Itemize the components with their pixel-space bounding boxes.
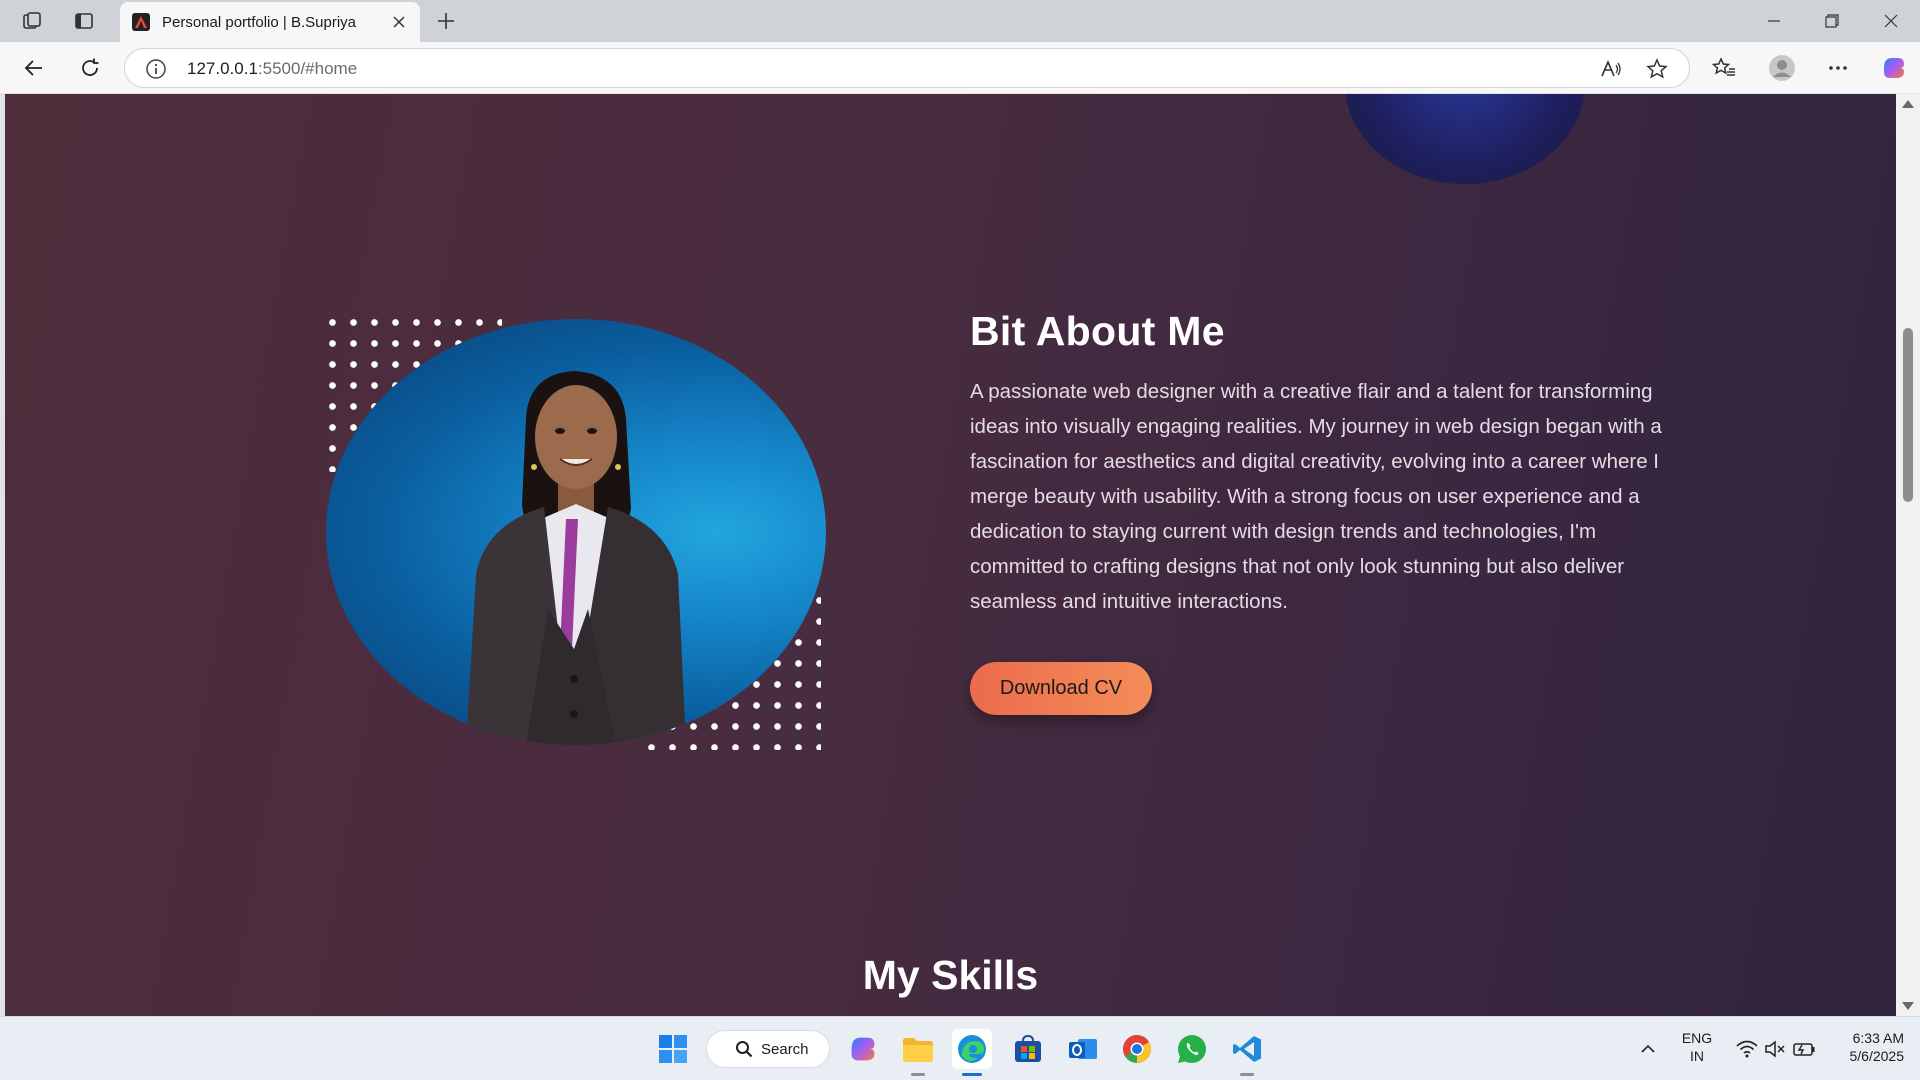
edge-icon[interactable] [952, 1029, 992, 1069]
search-icon [736, 1041, 753, 1058]
outlook-icon[interactable] [1063, 1029, 1103, 1069]
vscode-icon[interactable] [1227, 1029, 1267, 1069]
tab-title: Personal portfolio | B.Supriya [162, 13, 356, 31]
portrait-illustration [466, 371, 686, 745]
back-icon[interactable] [16, 52, 52, 84]
browser-tab-strip: Personal portfolio | B.Supriya [0, 0, 1920, 42]
windows-taskbar: Search ENG IN 6:33 AM 5/6/2025 [0, 1016, 1920, 1080]
chrome-icon[interactable] [1117, 1029, 1157, 1069]
read-aloud-icon[interactable] [1597, 56, 1625, 82]
profile-photo [326, 319, 826, 745]
active-tab[interactable]: Personal portfolio | B.Supriya [120, 2, 420, 42]
profile-icon[interactable] [1764, 52, 1800, 84]
minimize-icon[interactable] [1745, 0, 1803, 42]
new-tab-icon[interactable] [430, 6, 462, 36]
store-icon[interactable] [1008, 1029, 1048, 1069]
wifi-icon[interactable] [1733, 1029, 1761, 1069]
copilot-icon[interactable] [1876, 52, 1912, 84]
hero-image-edge [1345, 94, 1585, 184]
clock-date: 5/6/2025 [1849, 1048, 1905, 1064]
refresh-icon[interactable] [72, 52, 108, 84]
scrollbar-thumb[interactable] [1903, 328, 1913, 502]
workspaces-icon[interactable] [14, 7, 50, 35]
vscode-running-indicator [1240, 1073, 1254, 1076]
whatsapp-icon[interactable] [1172, 1029, 1212, 1069]
clock[interactable]: 6:33 AM 5/6/2025 [1826, 1029, 1905, 1065]
page-viewport: Bit About Me A passionate web designer w… [5, 94, 1896, 1016]
page-scrollbar[interactable] [1896, 94, 1920, 1016]
browser-toolbar: 127.0.0.1:5500/#home [0, 42, 1920, 94]
tray-chevron-icon[interactable] [1630, 1029, 1666, 1069]
taskbar-search[interactable]: Search [706, 1030, 830, 1068]
about-section: Bit About Me A passionate web designer w… [970, 308, 1680, 715]
language-code: ENG [1681, 1030, 1713, 1046]
windows-start-icon[interactable] [653, 1029, 693, 1069]
edge-active-indicator [962, 1073, 982, 1076]
scroll-up-icon[interactable] [1902, 100, 1914, 108]
skills-title: My Skills [862, 952, 1039, 998]
search-label: Search [761, 1040, 809, 1058]
scroll-down-icon[interactable] [1902, 1002, 1914, 1010]
download-cv-button[interactable]: Download CV [970, 662, 1152, 715]
app-favicon [132, 13, 150, 31]
restore-icon[interactable] [1803, 0, 1861, 42]
more-icon[interactable] [1820, 52, 1856, 84]
url-path: :5500/#home [257, 59, 358, 78]
tab-actions-icon[interactable] [66, 7, 102, 35]
url-text: 127.0.0.1:5500/#home [187, 59, 357, 79]
about-description: A passionate web designer with a creativ… [970, 380, 1662, 613]
language-region: IN [1690, 1048, 1704, 1064]
favorites-icon[interactable] [1706, 52, 1742, 84]
address-bar[interactable]: 127.0.0.1:5500/#home [124, 48, 1690, 88]
site-info-icon[interactable] [145, 58, 167, 80]
url-host: 127.0.0.1 [187, 59, 258, 78]
file-explorer-icon[interactable] [898, 1029, 938, 1069]
close-window-icon[interactable] [1862, 0, 1920, 42]
favorite-star-icon[interactable] [1643, 56, 1671, 82]
explorer-running-indicator [911, 1073, 925, 1076]
volume-muted-icon[interactable] [1761, 1029, 1789, 1069]
copilot-app-icon[interactable] [843, 1029, 883, 1069]
battery-icon[interactable] [1790, 1029, 1818, 1069]
about-title: Bit About Me [970, 308, 1225, 354]
close-tab-icon[interactable] [388, 11, 410, 33]
clock-time: 6:33 AM [1852, 1030, 1904, 1046]
language-indicator[interactable]: ENG IN [1680, 1029, 1714, 1065]
